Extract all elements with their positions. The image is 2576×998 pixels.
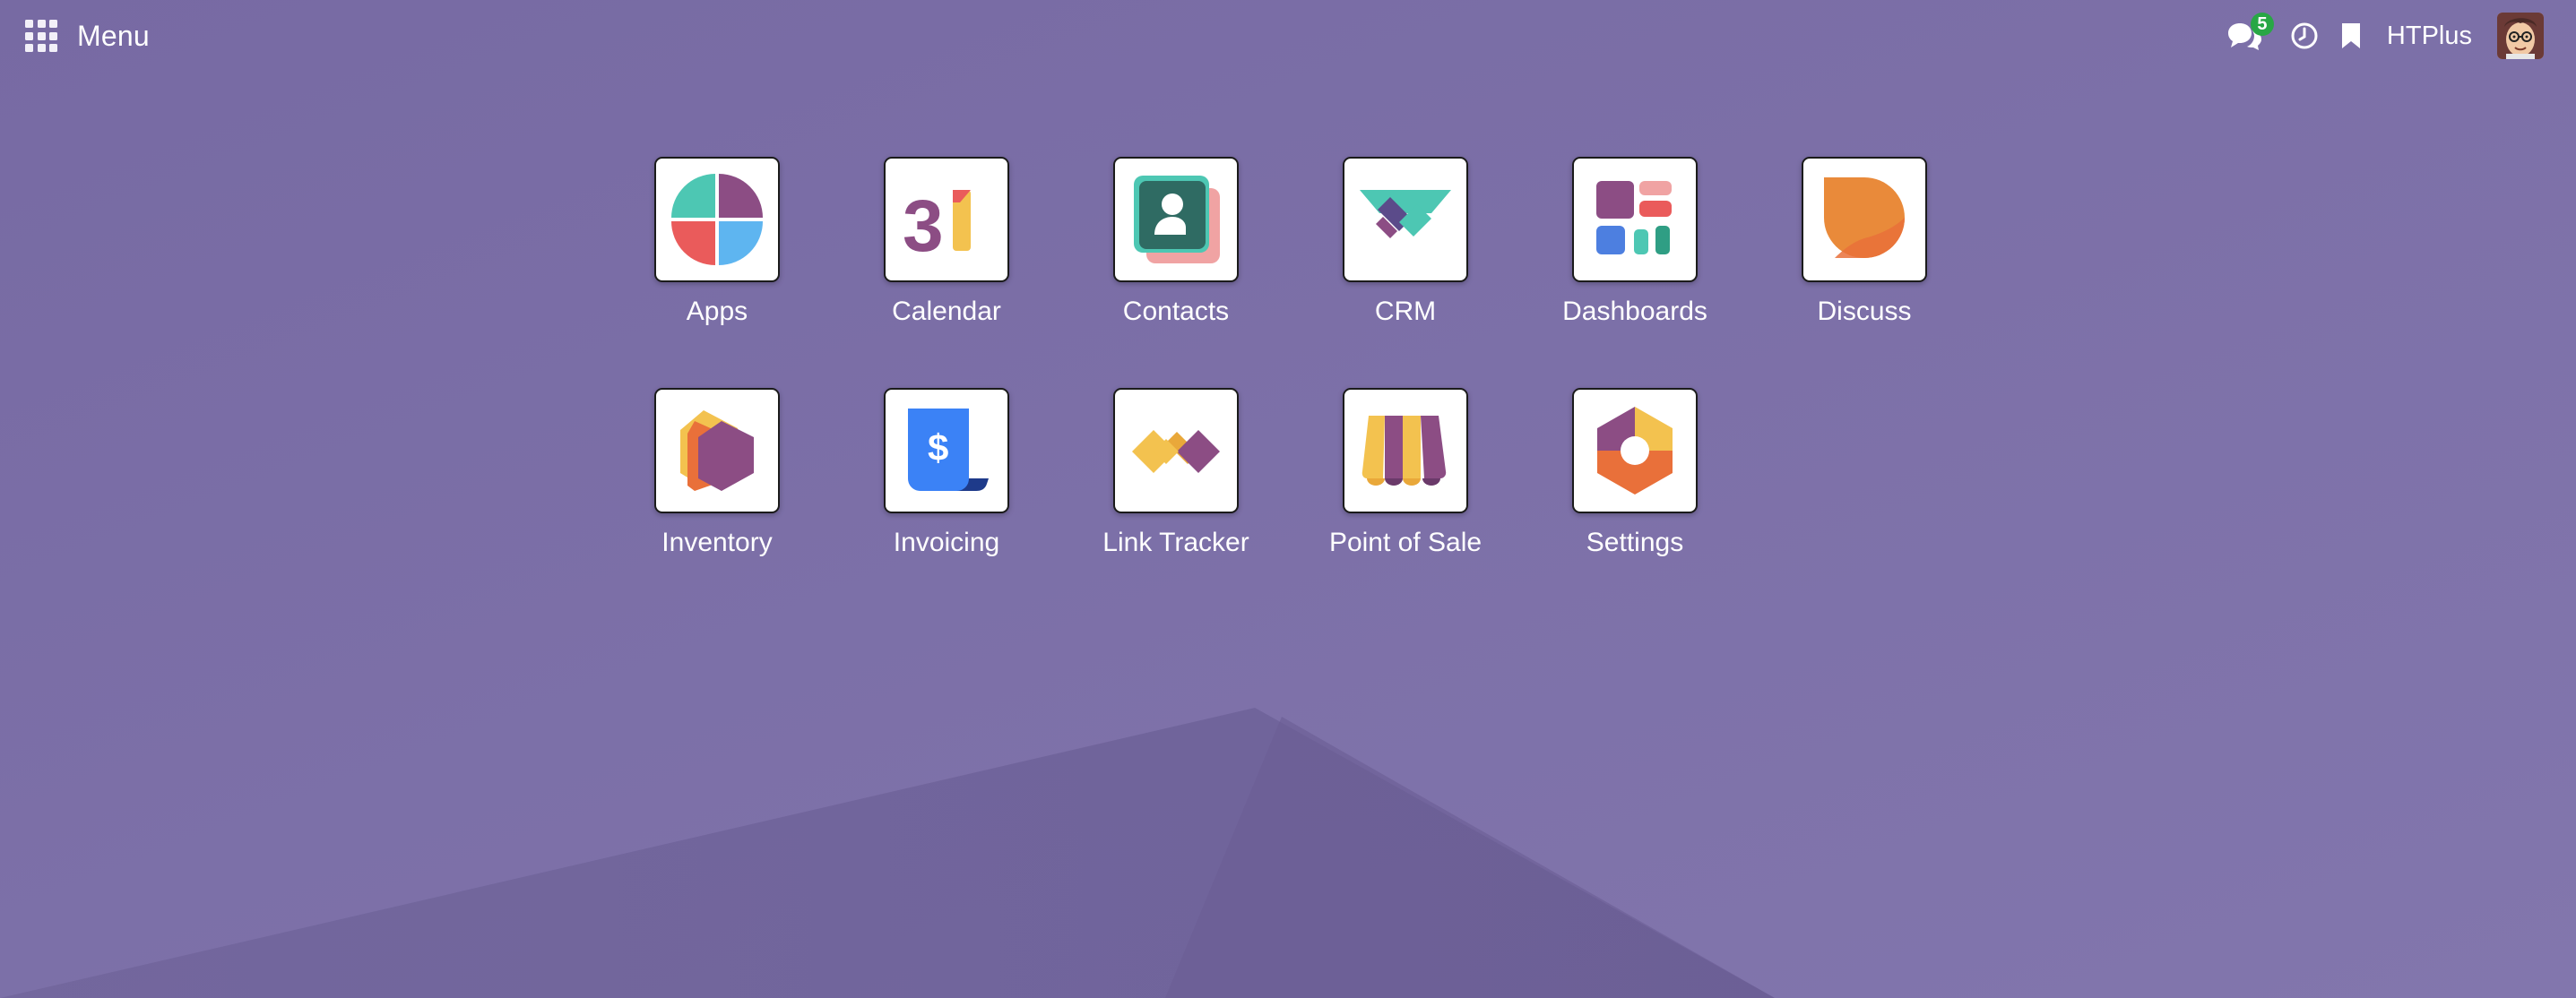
background-shape [0, 0, 2576, 998]
app-calendar[interactable]: 3 Calendar [857, 157, 1036, 363]
app-tile [654, 388, 780, 513]
app-label: Point of Sale [1328, 528, 1482, 557]
app-invoicing[interactable]: $ Invoicing [857, 388, 1036, 594]
menu-label: Menu [77, 19, 150, 52]
contacts-icon [1134, 176, 1220, 263]
app-tile [1572, 157, 1698, 282]
app-tile [1343, 157, 1468, 282]
clock-icon [2291, 22, 2318, 49]
app-tile [654, 157, 780, 282]
app-contacts[interactable]: Contacts [1086, 157, 1266, 363]
app-dashboards[interactable]: Dashboards [1545, 157, 1725, 363]
messages-button[interactable]: 5 [2218, 9, 2274, 63]
app-label: CRM [1374, 297, 1437, 326]
app-label: Link Tracker [1102, 528, 1249, 557]
bookmark-button[interactable] [2335, 9, 2367, 63]
app-tile: $ [884, 388, 1009, 513]
messages-badge: 5 [2250, 13, 2274, 36]
main-menu-toggle[interactable]: Menu [25, 18, 150, 54]
user-avatar[interactable] [2497, 13, 2544, 59]
app-tile: 3 [884, 157, 1009, 282]
point-of-sale-icon [1361, 416, 1447, 486]
app-crm[interactable]: CRM [1316, 157, 1495, 363]
invoicing-icon: $ [908, 409, 989, 491]
link-tracker-icon [1132, 430, 1220, 473]
app-label: Inventory [661, 528, 773, 557]
app-label: Discuss [1817, 297, 1912, 326]
app-label: Apps [686, 297, 748, 326]
app-apps[interactable]: Apps [627, 157, 807, 363]
apps-icon [671, 174, 763, 265]
app-point-of-sale[interactable]: Point of Sale [1316, 388, 1495, 594]
app-link-tracker[interactable]: Link Tracker [1086, 388, 1266, 594]
systray: 5 HTPlus [2218, 0, 2576, 72]
app-tile [1572, 388, 1698, 513]
app-label: Calendar [892, 297, 1001, 326]
top-navbar: Menu 5 HTPlus [0, 0, 2576, 72]
app-label: Contacts [1122, 297, 1230, 326]
app-tile [1113, 157, 1239, 282]
svg-text:3: 3 [903, 185, 944, 267]
discuss-icon [1824, 177, 1905, 258]
company-name[interactable]: HTPlus [2387, 22, 2472, 51]
calendar-icon: 3 [903, 185, 971, 267]
dashboards-icon [1596, 181, 1672, 254]
app-settings[interactable]: Settings [1545, 388, 1725, 594]
bookmark-icon [2341, 23, 2360, 48]
app-tile [1802, 157, 1927, 282]
app-label: Dashboards [1562, 297, 1707, 326]
app-discuss[interactable]: Discuss [1775, 157, 1954, 363]
user-avatar-icon [2497, 13, 2544, 59]
app-label: Invoicing [893, 528, 1000, 557]
crm-icon [1360, 190, 1451, 238]
app-inventory[interactable]: Inventory [627, 388, 807, 594]
settings-icon [1597, 407, 1673, 495]
app-tile [1343, 388, 1468, 513]
app-tile [1113, 388, 1239, 513]
svg-text:$: $ [928, 426, 948, 469]
inventory-icon [680, 410, 754, 491]
app-label: Settings [1586, 528, 1684, 557]
activities-button[interactable] [2285, 9, 2324, 63]
app-grid-icon [25, 20, 57, 52]
